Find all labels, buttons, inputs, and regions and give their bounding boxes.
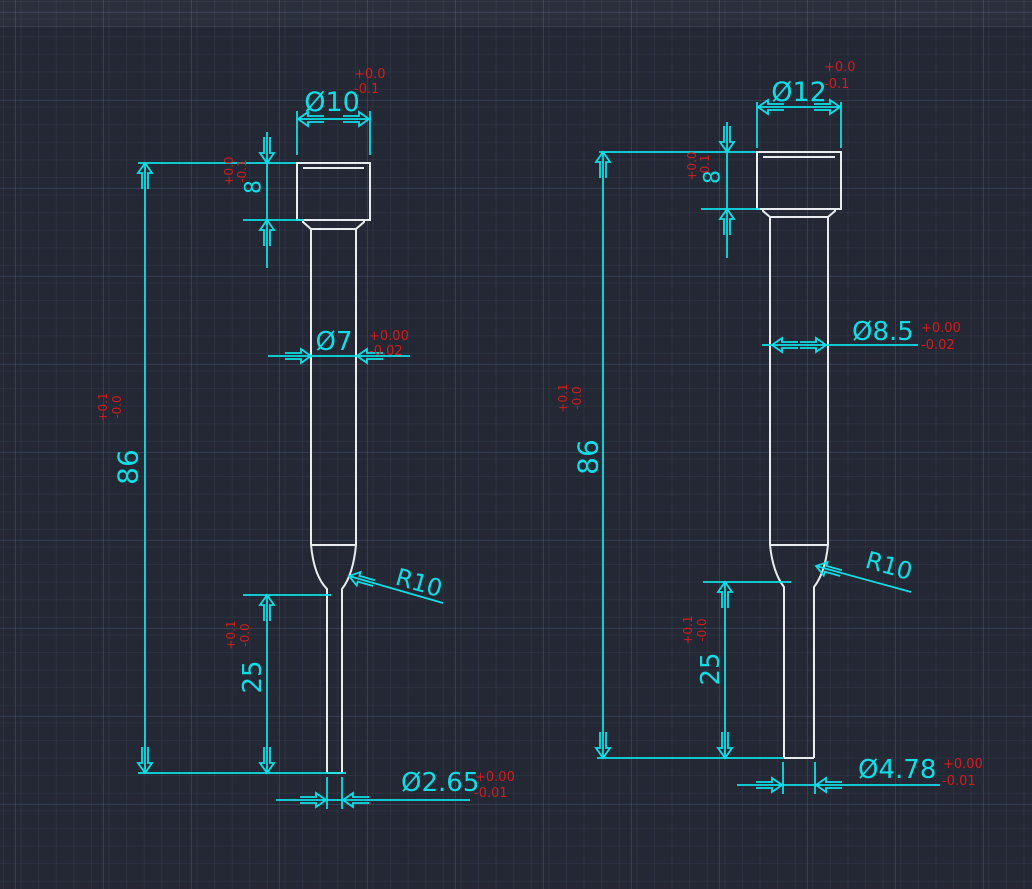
- left-head-diameter-tol-lower[interactable]: -0.1: [354, 82, 379, 97]
- right-tip-length-tol-lower[interactable]: -0.0: [695, 618, 709, 641]
- left-punch-head-outline[interactable]: [296, 162, 371, 221]
- right-punch-neck-outline[interactable]: [762, 209, 836, 218]
- cad-drawing-canvas[interactable]: Ø10 +0.0 -0.1 8 +0.0 -0.1 86 +0.1 -0.0 Ø…: [0, 0, 1032, 889]
- left-head-height-tol-upper[interactable]: +0.0: [222, 156, 236, 185]
- right-shoulder-radius-dimension[interactable]: R10: [814, 546, 916, 593]
- right-overall-length-tol-lower[interactable]: -0.0: [570, 386, 584, 409]
- left-shank-diameter-tol-lower[interactable]: -0.02: [369, 344, 403, 359]
- right-overall-length-lines[interactable]: [597, 152, 784, 759]
- left-head-height-tol-lower[interactable]: -0.1: [235, 159, 249, 182]
- left-tip-diameter-dimension[interactable]: Ø2.65 +0.00 -0.01: [276, 768, 515, 809]
- right-head-diameter-dimension[interactable]: Ø12 +0.0 -0.1: [756, 60, 856, 148]
- right-overall-length-label[interactable]: 86: [572, 439, 605, 475]
- left-shoulder-radius-label[interactable]: R10: [392, 563, 445, 603]
- right-tip-length-dimension[interactable]: 25 +0.1 -0.0: [681, 580, 791, 760]
- left-tip-diameter-tol-lower[interactable]: -0.01: [474, 786, 508, 801]
- right-head-diameter-lines[interactable]: [756, 102, 842, 148]
- left-head-diameter-label[interactable]: Ø10: [304, 87, 360, 118]
- right-punch-shank-outline[interactable]: [769, 217, 829, 546]
- left-overall-length-label[interactable]: 86: [112, 449, 145, 485]
- left-overall-length-tol-upper[interactable]: +0.1: [96, 392, 110, 421]
- right-head-height-tol-lower[interactable]: -0.1: [698, 154, 712, 177]
- left-tip-length-tol-upper[interactable]: +0.1: [224, 620, 238, 649]
- right-punch-view[interactable]: Ø12 +0.0 -0.1 8 +0.0 -0.1 86 +0.1 -0.0 Ø…: [556, 60, 983, 794]
- right-tip-diameter-tol-lower[interactable]: -0.01: [942, 774, 976, 789]
- left-punch-tip-outline[interactable]: [310, 544, 357, 774]
- right-shank-diameter-label[interactable]: Ø8.5: [852, 317, 914, 347]
- left-overall-length-dimension[interactable]: 86 +0.1 -0.0: [96, 161, 346, 775]
- right-tip-diameter-label[interactable]: Ø4.78: [858, 755, 936, 785]
- left-tip-length-dimension[interactable]: 25 +0.1 -0.0: [224, 593, 331, 775]
- right-overall-length-dimension[interactable]: 86 +0.1 -0.0: [556, 150, 784, 760]
- right-punch-head-outline[interactable]: [756, 151, 842, 210]
- left-head-diameter-dimension[interactable]: Ø10 +0.0 -0.1: [296, 67, 386, 155]
- left-shoulder-radius-dimension[interactable]: R10: [347, 563, 446, 604]
- right-tip-diameter-dimension[interactable]: Ø4.78 +0.00 -0.01: [737, 755, 983, 794]
- right-shank-diameter-tol-lower[interactable]: -0.02: [921, 338, 955, 353]
- left-shank-diameter-tol-upper[interactable]: +0.00: [369, 329, 409, 344]
- right-head-diameter-tol-lower[interactable]: -0.1: [824, 77, 849, 92]
- right-punch-geometry[interactable]: [756, 151, 842, 759]
- left-tip-diameter-tol-upper[interactable]: +0.00: [475, 770, 515, 785]
- right-tip-length-tol-upper[interactable]: +0.1: [681, 615, 695, 644]
- right-punch-tip-outline[interactable]: [769, 544, 829, 759]
- right-head-diameter-tol-upper[interactable]: +0.0: [824, 60, 856, 75]
- right-tip-diameter-tol-upper[interactable]: +0.00: [943, 757, 983, 772]
- right-overall-length-tol-upper[interactable]: +0.1: [556, 383, 570, 412]
- left-punch-shank-outline[interactable]: [310, 229, 357, 546]
- cad-viewport[interactable]: Ø10 +0.0 -0.1 8 +0.0 -0.1 86 +0.1 -0.0 Ø…: [0, 0, 1032, 889]
- left-punch-geometry[interactable]: [296, 162, 371, 774]
- right-head-height-lines[interactable]: [599, 122, 760, 258]
- right-shank-diameter-dimension[interactable]: Ø8.5 +0.00 -0.02: [762, 317, 961, 354]
- left-shank-diameter-dimension[interactable]: Ø7 +0.00 -0.02: [268, 327, 410, 365]
- left-overall-length-tol-lower[interactable]: -0.0: [110, 395, 124, 418]
- right-shank-diameter-tol-upper[interactable]: +0.00: [921, 321, 961, 336]
- left-head-height-dimension[interactable]: 8 +0.0 -0.1: [138, 132, 304, 268]
- left-head-height-lines[interactable]: [138, 132, 304, 268]
- left-tip-length-tol-lower[interactable]: -0.0: [238, 623, 252, 646]
- right-head-diameter-label[interactable]: Ø12: [771, 77, 827, 108]
- left-head-diameter-tol-upper[interactable]: +0.0: [354, 67, 386, 82]
- right-head-height-tol-upper[interactable]: +0.0: [685, 151, 699, 180]
- left-punch-neck-outline[interactable]: [302, 220, 365, 230]
- left-shank-diameter-label[interactable]: Ø7: [315, 327, 352, 357]
- right-tip-length-label[interactable]: 25: [696, 652, 726, 685]
- right-head-height-dimension[interactable]: 8 +0.0 -0.1: [599, 122, 760, 258]
- left-tip-diameter-label[interactable]: Ø2.65: [401, 768, 479, 798]
- left-tip-length-label[interactable]: 25: [238, 660, 268, 693]
- left-punch-view[interactable]: Ø10 +0.0 -0.1 8 +0.0 -0.1 86 +0.1 -0.0 Ø…: [96, 67, 515, 809]
